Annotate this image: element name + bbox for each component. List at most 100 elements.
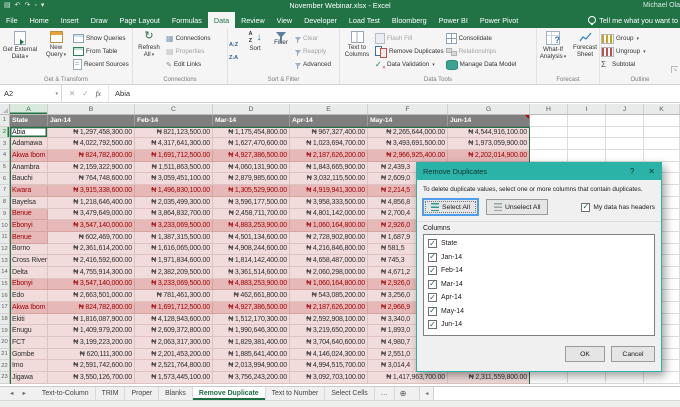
row-header-23[interactable]: 23 <box>0 372 10 384</box>
cell-value[interactable]: ₦ 3,493,691,500.00 <box>368 138 448 151</box>
empty-cell[interactable] <box>530 372 568 384</box>
row-header-13[interactable]: 13 <box>0 255 10 267</box>
ribbon-tab-home[interactable]: Home <box>24 12 55 28</box>
row-header-4[interactable]: 4 <box>0 150 10 162</box>
empty-cell[interactable] <box>606 126 644 139</box>
empty-cell[interactable] <box>606 138 644 151</box>
cell-value[interactable]: ₦ 824,782,800.00 <box>48 150 135 162</box>
cell-value[interactable]: ₦ 2,201,453,200.00 <box>135 348 213 361</box>
cell-value[interactable]: ₦ 1,023,694,700.00 <box>290 138 368 151</box>
row-header-11[interactable]: 11 <box>0 231 10 244</box>
cell-value[interactable]: ₦ 1,511,863,500.00 <box>135 161 213 174</box>
column-header-B[interactable]: B <box>48 104 135 114</box>
cell-value[interactable]: ₦ 1,829,381,400.00 <box>213 337 290 349</box>
dialog-column-item-jan-14[interactable]: ✓ Jan-14 <box>424 251 654 265</box>
cell-value[interactable]: ₦ 2,361,614,200.00 <box>48 243 135 256</box>
cell-value[interactable]: ₦ 2,035,499,300.00 <box>135 196 213 209</box>
cell-value[interactable]: ₦ 4,919,941,300.00 <box>290 185 368 197</box>
sheet-tab-trim[interactable]: TRIM <box>96 387 126 400</box>
column-header-D[interactable]: D <box>213 104 290 114</box>
header-cell-mar-14[interactable]: Mar-14 <box>213 115 290 127</box>
scrollbar-track[interactable] <box>434 387 680 400</box>
ok-button[interactable]: OK <box>565 346 605 362</box>
cell-value[interactable]: ₦ 3,032,115,500.00 <box>290 173 368 186</box>
cell-value[interactable]: ₦ 967,327,400.00 <box>290 126 368 139</box>
dialog-column-item-jun-14[interactable]: ✓ Jun-14 <box>424 318 654 332</box>
empty-cell[interactable] <box>606 150 644 162</box>
ribbon-tab-file[interactable]: File <box>0 12 24 28</box>
name-box-dropdown-icon[interactable]: ▾ <box>55 91 58 97</box>
cell-state[interactable]: Bauchi <box>10 173 48 186</box>
ribbon-tab-data[interactable]: Data <box>207 12 236 28</box>
empty-cell[interactable] <box>568 115 606 127</box>
cell-value[interactable]: ₦ 1,305,529,900.00 <box>213 185 290 197</box>
ungroup-button[interactable]: Ungroup ▾ <box>601 46 646 57</box>
cell-value[interactable]: ₦ 3,219,650,200.00 <box>290 325 368 338</box>
cell-value[interactable]: ₦ 4,128,943,600.00 <box>135 313 213 326</box>
ribbon-tab-view[interactable]: View <box>271 12 298 28</box>
dialog-column-item-feb-14[interactable]: ✓ Feb-14 <box>424 264 654 278</box>
cell-state[interactable]: Benue <box>10 231 48 244</box>
row-header-20[interactable]: 20 <box>0 337 10 349</box>
cell-value[interactable]: ₦ 1,885,641,400.00 <box>213 348 290 361</box>
checkbox-checked-icon[interactable]: ✓ <box>428 320 437 330</box>
cell-state[interactable]: Borno <box>10 243 48 256</box>
dialog-title-bar[interactable]: Remove Duplicates ? ✕ <box>417 163 661 180</box>
cell-value[interactable]: ₦ 4,146,024,300.00 <box>290 348 368 361</box>
cell-state[interactable]: Kwara <box>10 185 48 197</box>
cell-value[interactable]: ₦ 2,966,925,400.00 <box>368 150 448 162</box>
empty-cell[interactable] <box>606 115 644 127</box>
ribbon-tab-insert[interactable]: Insert <box>55 12 85 28</box>
forecast-sheet-button[interactable]: Forecast Sheet <box>570 30 600 60</box>
dialog-close-button[interactable]: ✕ <box>648 167 655 176</box>
sheet-tab-text-to-column[interactable]: Text-to-Column <box>36 387 96 400</box>
cell-state[interactable]: Abia <box>10 126 48 139</box>
cell-value[interactable]: ₦ 3,756,243,200.00 <box>213 372 290 384</box>
cell-state[interactable]: Bayelsa <box>10 196 48 209</box>
empty-cell[interactable] <box>644 138 680 151</box>
cell-value[interactable]: ₦ 2,202,014,900.00 <box>448 150 530 162</box>
empty-cell[interactable] <box>644 115 680 127</box>
checkbox-checked-icon[interactable]: ✓ <box>428 306 437 316</box>
header-cell-may-14[interactable]: May-14 <box>368 115 448 127</box>
column-header-I[interactable]: I <box>568 104 606 114</box>
cell-value[interactable]: ₦ 3,958,333,500.00 <box>290 196 368 209</box>
row-header-22[interactable]: 22 <box>0 360 10 373</box>
cell-value[interactable]: ₦ 2,187,626,200.00 <box>290 302 368 314</box>
new-sheet-button[interactable]: ⊕ <box>395 387 412 400</box>
column-header-F[interactable]: F <box>368 104 448 114</box>
cell-value[interactable]: ₦ 4,755,914,300.00 <box>48 266 135 279</box>
ribbon-tab-draw[interactable]: Draw <box>85 12 114 28</box>
column-header-C[interactable]: C <box>135 104 213 114</box>
empty-cell[interactable] <box>530 150 568 162</box>
horizontal-scrollbar[interactable]: ◄ <box>419 387 680 400</box>
cell-state[interactable]: Delta <box>10 266 48 279</box>
header-cell-state[interactable]: State <box>10 115 48 127</box>
cell-value[interactable]: ₦ 1,971,834,600.00 <box>135 255 213 267</box>
column-header-H[interactable]: H <box>530 104 568 114</box>
dialog-help-button[interactable]: ? <box>630 167 634 176</box>
from-table-button[interactable]: From Table <box>73 46 129 57</box>
empty-cell[interactable] <box>644 372 680 384</box>
sheet-nav-next-icon[interactable]: ► <box>21 391 26 397</box>
cell-value[interactable]: ₦ 1,843,665,900.00 <box>290 161 368 174</box>
cell-value[interactable]: ₦ 3,361,514,600.00 <box>213 266 290 279</box>
ribbon-tab-formulas[interactable]: Formulas <box>166 12 208 28</box>
dialog-column-item-may-14[interactable]: ✓ May-14 <box>424 305 654 319</box>
tell-me-box[interactable]: Tell me what you want to <box>588 12 680 28</box>
cell-value[interactable]: ₦ 1,814,142,400.00 <box>213 255 290 267</box>
cell-value[interactable]: ₦ 543,085,200.00 <box>290 290 368 302</box>
column-header-J[interactable]: J <box>606 104 644 114</box>
sort-descending-button[interactable] <box>229 46 241 55</box>
ribbon-tab-power-pivot[interactable]: Power Pivot <box>474 12 524 28</box>
cell-value[interactable]: ₦ 3,199,223,200.00 <box>48 337 135 349</box>
cell-value[interactable]: ₦ 2,382,209,500.00 <box>135 266 213 279</box>
empty-cell[interactable] <box>530 138 568 151</box>
ribbon-tab-page-layout[interactable]: Page Layout <box>114 12 166 28</box>
empty-cell[interactable] <box>568 126 606 139</box>
cell-value[interactable]: ₦ 3,233,069,500.00 <box>135 220 213 232</box>
cell-value[interactable]: ₦ 3,479,649,000.00 <box>48 208 135 221</box>
cell-state[interactable]: Benue <box>10 208 48 221</box>
data-validation-button[interactable]: Data Validation▾ <box>375 59 444 71</box>
ribbon-tab-bloomberg[interactable]: Bloomberg <box>386 12 433 28</box>
